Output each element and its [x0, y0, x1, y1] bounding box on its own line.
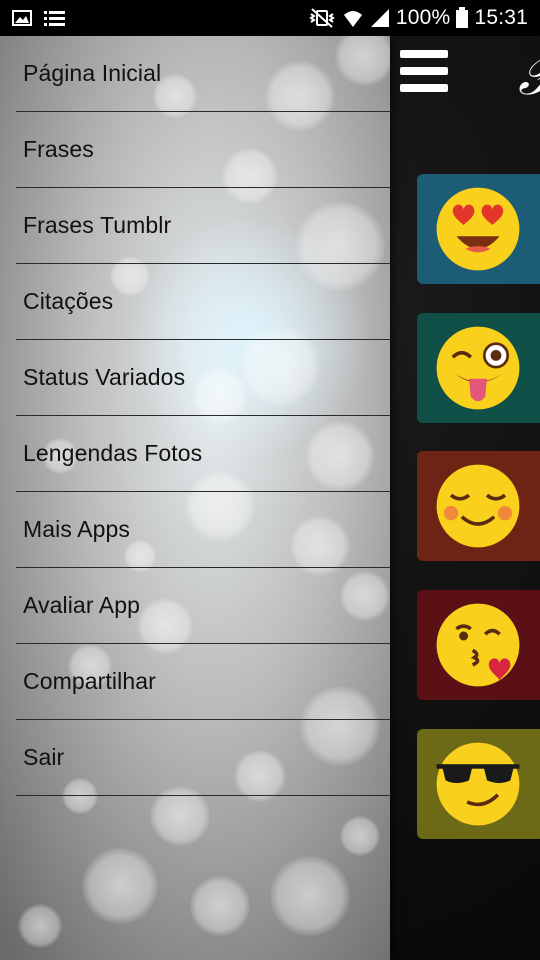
drawer-item-label: Mais Apps	[23, 516, 131, 542]
smiling-blush-emoji-icon	[436, 464, 520, 548]
drawer-item-avaliar-app[interactable]: Avaliar App	[16, 568, 390, 644]
wifi-icon	[342, 7, 364, 29]
app-logo-icon: 𝒫	[518, 48, 540, 104]
drawer-item-label: Citações	[23, 288, 114, 314]
drawer-item-status-variados[interactable]: Status Variados	[16, 340, 390, 416]
drawer-menu: Página Inicial Frases Frases Tumblr Cita…	[0, 36, 390, 796]
drawer-item-pagina-inicial[interactable]: Página Inicial	[16, 36, 390, 112]
sunglasses-emoji-icon	[436, 742, 520, 826]
status-bar: 100% 15:31	[0, 0, 540, 36]
emoji-card-wink-tongue[interactable]	[417, 313, 540, 423]
wink-tongue-emoji-icon	[436, 326, 520, 410]
clock: 15:31	[474, 6, 528, 29]
drawer-item-citacoes[interactable]: Citações	[16, 264, 390, 340]
battery-icon	[456, 7, 469, 29]
heart-eyes-emoji-icon	[436, 187, 520, 271]
kiss-heart-emoji-icon	[436, 603, 520, 687]
drawer-item-label: Página Inicial	[23, 60, 162, 86]
drawer-item-sair[interactable]: Sair	[16, 720, 390, 796]
mute-vibrate-icon	[308, 7, 336, 29]
navigation-drawer: Página Inicial Frases Frases Tumblr Cita…	[0, 36, 390, 960]
drawer-item-label: Sair	[23, 744, 65, 770]
hamburger-menu-icon[interactable]	[400, 50, 448, 94]
drawer-item-label: Avaliar App	[23, 592, 141, 618]
drawer-item-label: Status Variados	[23, 364, 186, 390]
emoji-card-smiling-blush[interactable]	[417, 451, 540, 561]
drawer-item-label: Frases	[23, 136, 94, 162]
drawer-item-label: Frases Tumblr	[23, 212, 172, 238]
drawer-item-frases[interactable]: Frases	[16, 112, 390, 188]
emoji-card-heart-eyes[interactable]	[417, 174, 540, 284]
drawer-item-frases-tumblr[interactable]: Frases Tumblr	[16, 188, 390, 264]
emoji-card-kiss-heart[interactable]	[417, 590, 540, 700]
battery-percentage: 100%	[395, 6, 451, 29]
image-icon	[12, 9, 32, 27]
drawer-item-compartilhar[interactable]: Compartilhar	[16, 644, 390, 720]
signal-icon	[370, 8, 390, 28]
list-icon	[44, 9, 66, 27]
emoji-card-sunglasses[interactable]	[417, 729, 540, 839]
drawer-item-label: Lengendas Fotos	[23, 440, 203, 466]
drawer-item-lengendas-fotos[interactable]: Lengendas Fotos	[16, 416, 390, 492]
drawer-item-label: Compartilhar	[23, 668, 156, 694]
drawer-item-mais-apps[interactable]: Mais Apps	[16, 492, 390, 568]
